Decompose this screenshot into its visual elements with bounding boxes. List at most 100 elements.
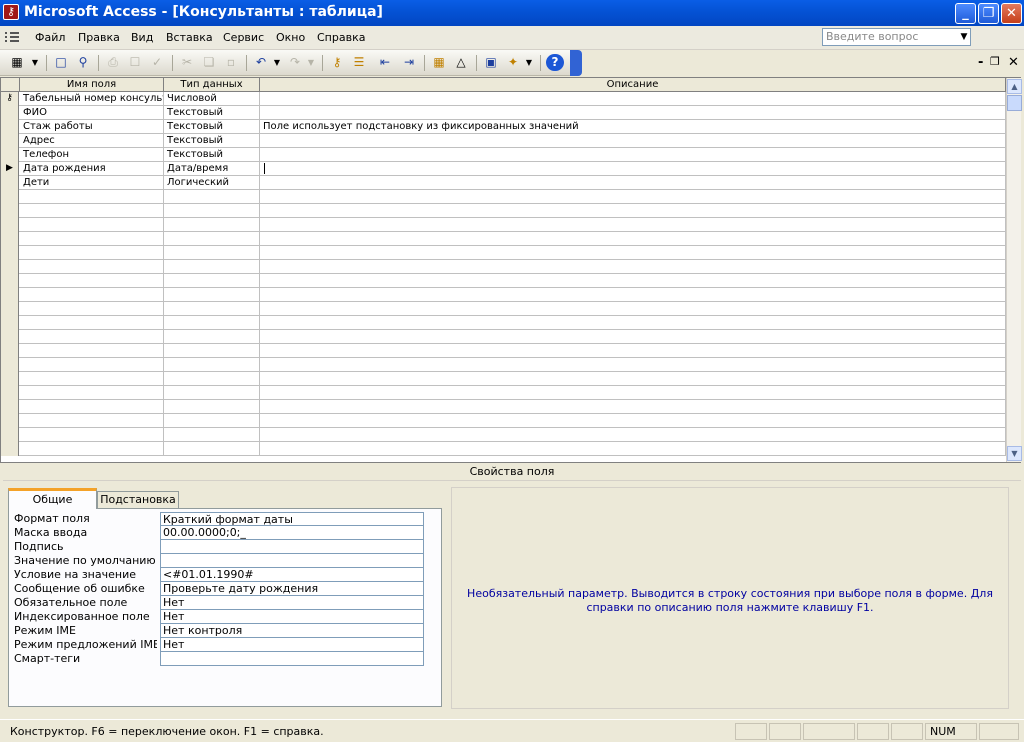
mdi-close-button[interactable]: ✕ [1008,55,1019,70]
property-value[interactable] [160,554,424,568]
data-type-cell[interactable]: Дата/время [164,162,260,176]
tab-general[interactable]: Общие [8,488,97,509]
column-header-description[interactable]: Описание [260,78,1006,92]
access-key-icon[interactable]: ⚷ [3,4,19,20]
property-value[interactable]: Нет [160,638,424,652]
table-row[interactable] [1,358,1006,372]
table-row[interactable]: ФИО Текстовый [1,106,1006,120]
row-selector[interactable] [1,176,19,190]
description-cell[interactable] [260,428,1006,442]
field-name-cell[interactable]: Стаж работы [20,120,164,134]
data-type-cell[interactable] [164,330,260,344]
description-cell[interactable] [260,148,1006,162]
row-selector[interactable] [1,246,19,260]
row-selector[interactable] [1,260,19,274]
field-name-cell[interactable] [20,386,164,400]
row-selector[interactable] [1,120,19,134]
property-value[interactable]: Нет контроля [160,624,424,638]
field-name-cell[interactable] [20,190,164,204]
table-row[interactable] [1,190,1006,204]
row-selector[interactable] [1,414,19,428]
data-type-cell[interactable] [164,274,260,288]
field-name-cell[interactable]: Дата рождения [20,162,164,176]
table-row[interactable] [1,274,1006,288]
paste-icon[interactable]: ▫ [222,54,240,71]
database-window-icon[interactable]: ▣ [482,54,500,71]
scroll-down-icon[interactable]: ▼ [1007,446,1022,461]
row-selector[interactable] [1,358,19,372]
new-object-dropdown-icon[interactable]: ▼ [524,54,534,71]
table-row[interactable]: Телефон Текстовый [1,148,1006,162]
data-type-cell[interactable]: Логический [164,176,260,190]
table-row[interactable] [1,204,1006,218]
search-icon[interactable]: ⚲ [74,54,92,71]
row-selector[interactable] [1,344,19,358]
data-type-cell[interactable] [164,358,260,372]
field-name-cell[interactable] [20,204,164,218]
description-cell[interactable] [260,232,1006,246]
data-type-cell[interactable] [164,400,260,414]
field-name-cell[interactable] [20,246,164,260]
new-object-icon[interactable]: ✦ [504,54,522,71]
row-selector[interactable] [1,442,19,456]
description-cell[interactable] [260,260,1006,274]
column-header-field-name[interactable]: Имя поля [20,78,164,92]
current-row-icon[interactable]: ▶ [1,162,19,176]
mdi-minimize-button[interactable]: - [978,55,983,70]
data-type-cell[interactable] [164,344,260,358]
row-selector[interactable] [1,274,19,288]
spelling-icon[interactable]: ✓ [148,54,166,71]
table-row[interactable] [1,218,1006,232]
data-type-cell[interactable] [164,204,260,218]
field-name-cell[interactable] [20,232,164,246]
data-type-cell[interactable] [164,288,260,302]
menu-insert[interactable]: Вставка [166,31,213,44]
row-selector[interactable] [1,372,19,386]
field-name-cell[interactable] [20,428,164,442]
table-row[interactable] [1,330,1006,344]
ask-question-dropdown-icon[interactable]: ▼ [957,29,971,45]
data-type-cell[interactable] [164,218,260,232]
row-selector[interactable] [1,190,19,204]
table-row[interactable] [1,442,1006,456]
table-row[interactable] [1,414,1006,428]
data-type-cell[interactable] [164,442,260,456]
table-row[interactable] [1,260,1006,274]
description-cell[interactable] [260,218,1006,232]
data-type-cell[interactable]: Текстовый [164,148,260,162]
row-selector[interactable] [1,288,19,302]
table-row[interactable] [1,386,1006,400]
field-name-cell[interactable] [20,218,164,232]
menu-window[interactable]: Окно [276,31,305,44]
view-dropdown-icon[interactable]: ▼ [30,54,40,71]
table-row[interactable] [1,246,1006,260]
field-name-cell[interactable] [20,274,164,288]
tab-lookup[interactable]: Подстановка [97,491,179,509]
description-cell[interactable] [260,190,1006,204]
toolbar-options-icon[interactable] [570,50,582,76]
data-type-cell[interactable] [164,372,260,386]
mdi-restore-button[interactable]: ❐ [990,55,1000,68]
field-name-cell[interactable] [20,288,164,302]
description-cell[interactable] [260,134,1006,148]
vertical-scrollbar[interactable]: ▲ ▼ [1006,78,1022,462]
row-selector[interactable] [1,204,19,218]
data-type-cell[interactable]: Текстовый [164,134,260,148]
data-type-cell[interactable] [164,302,260,316]
menu-edit[interactable]: Правка [78,31,120,44]
print-preview-icon[interactable]: ☐ [126,54,144,71]
description-cell[interactable] [260,288,1006,302]
row-selector[interactable] [1,148,19,162]
table-row[interactable] [1,400,1006,414]
property-value[interactable]: 00.00.0000;0;_ [160,526,424,540]
copy-icon[interactable]: ❏ [200,54,218,71]
insert-rows-icon[interactable]: ⇤ [376,54,394,71]
description-cell[interactable] [260,330,1006,344]
close-button[interactable]: ✕ [1001,3,1022,24]
properties-icon[interactable]: ▦ [430,54,448,71]
menu-file[interactable]: Файл [35,31,65,44]
redo-dropdown-icon[interactable]: ▼ [306,54,316,71]
row-selector[interactable] [1,428,19,442]
field-name-cell[interactable] [20,344,164,358]
table-row[interactable] [1,302,1006,316]
